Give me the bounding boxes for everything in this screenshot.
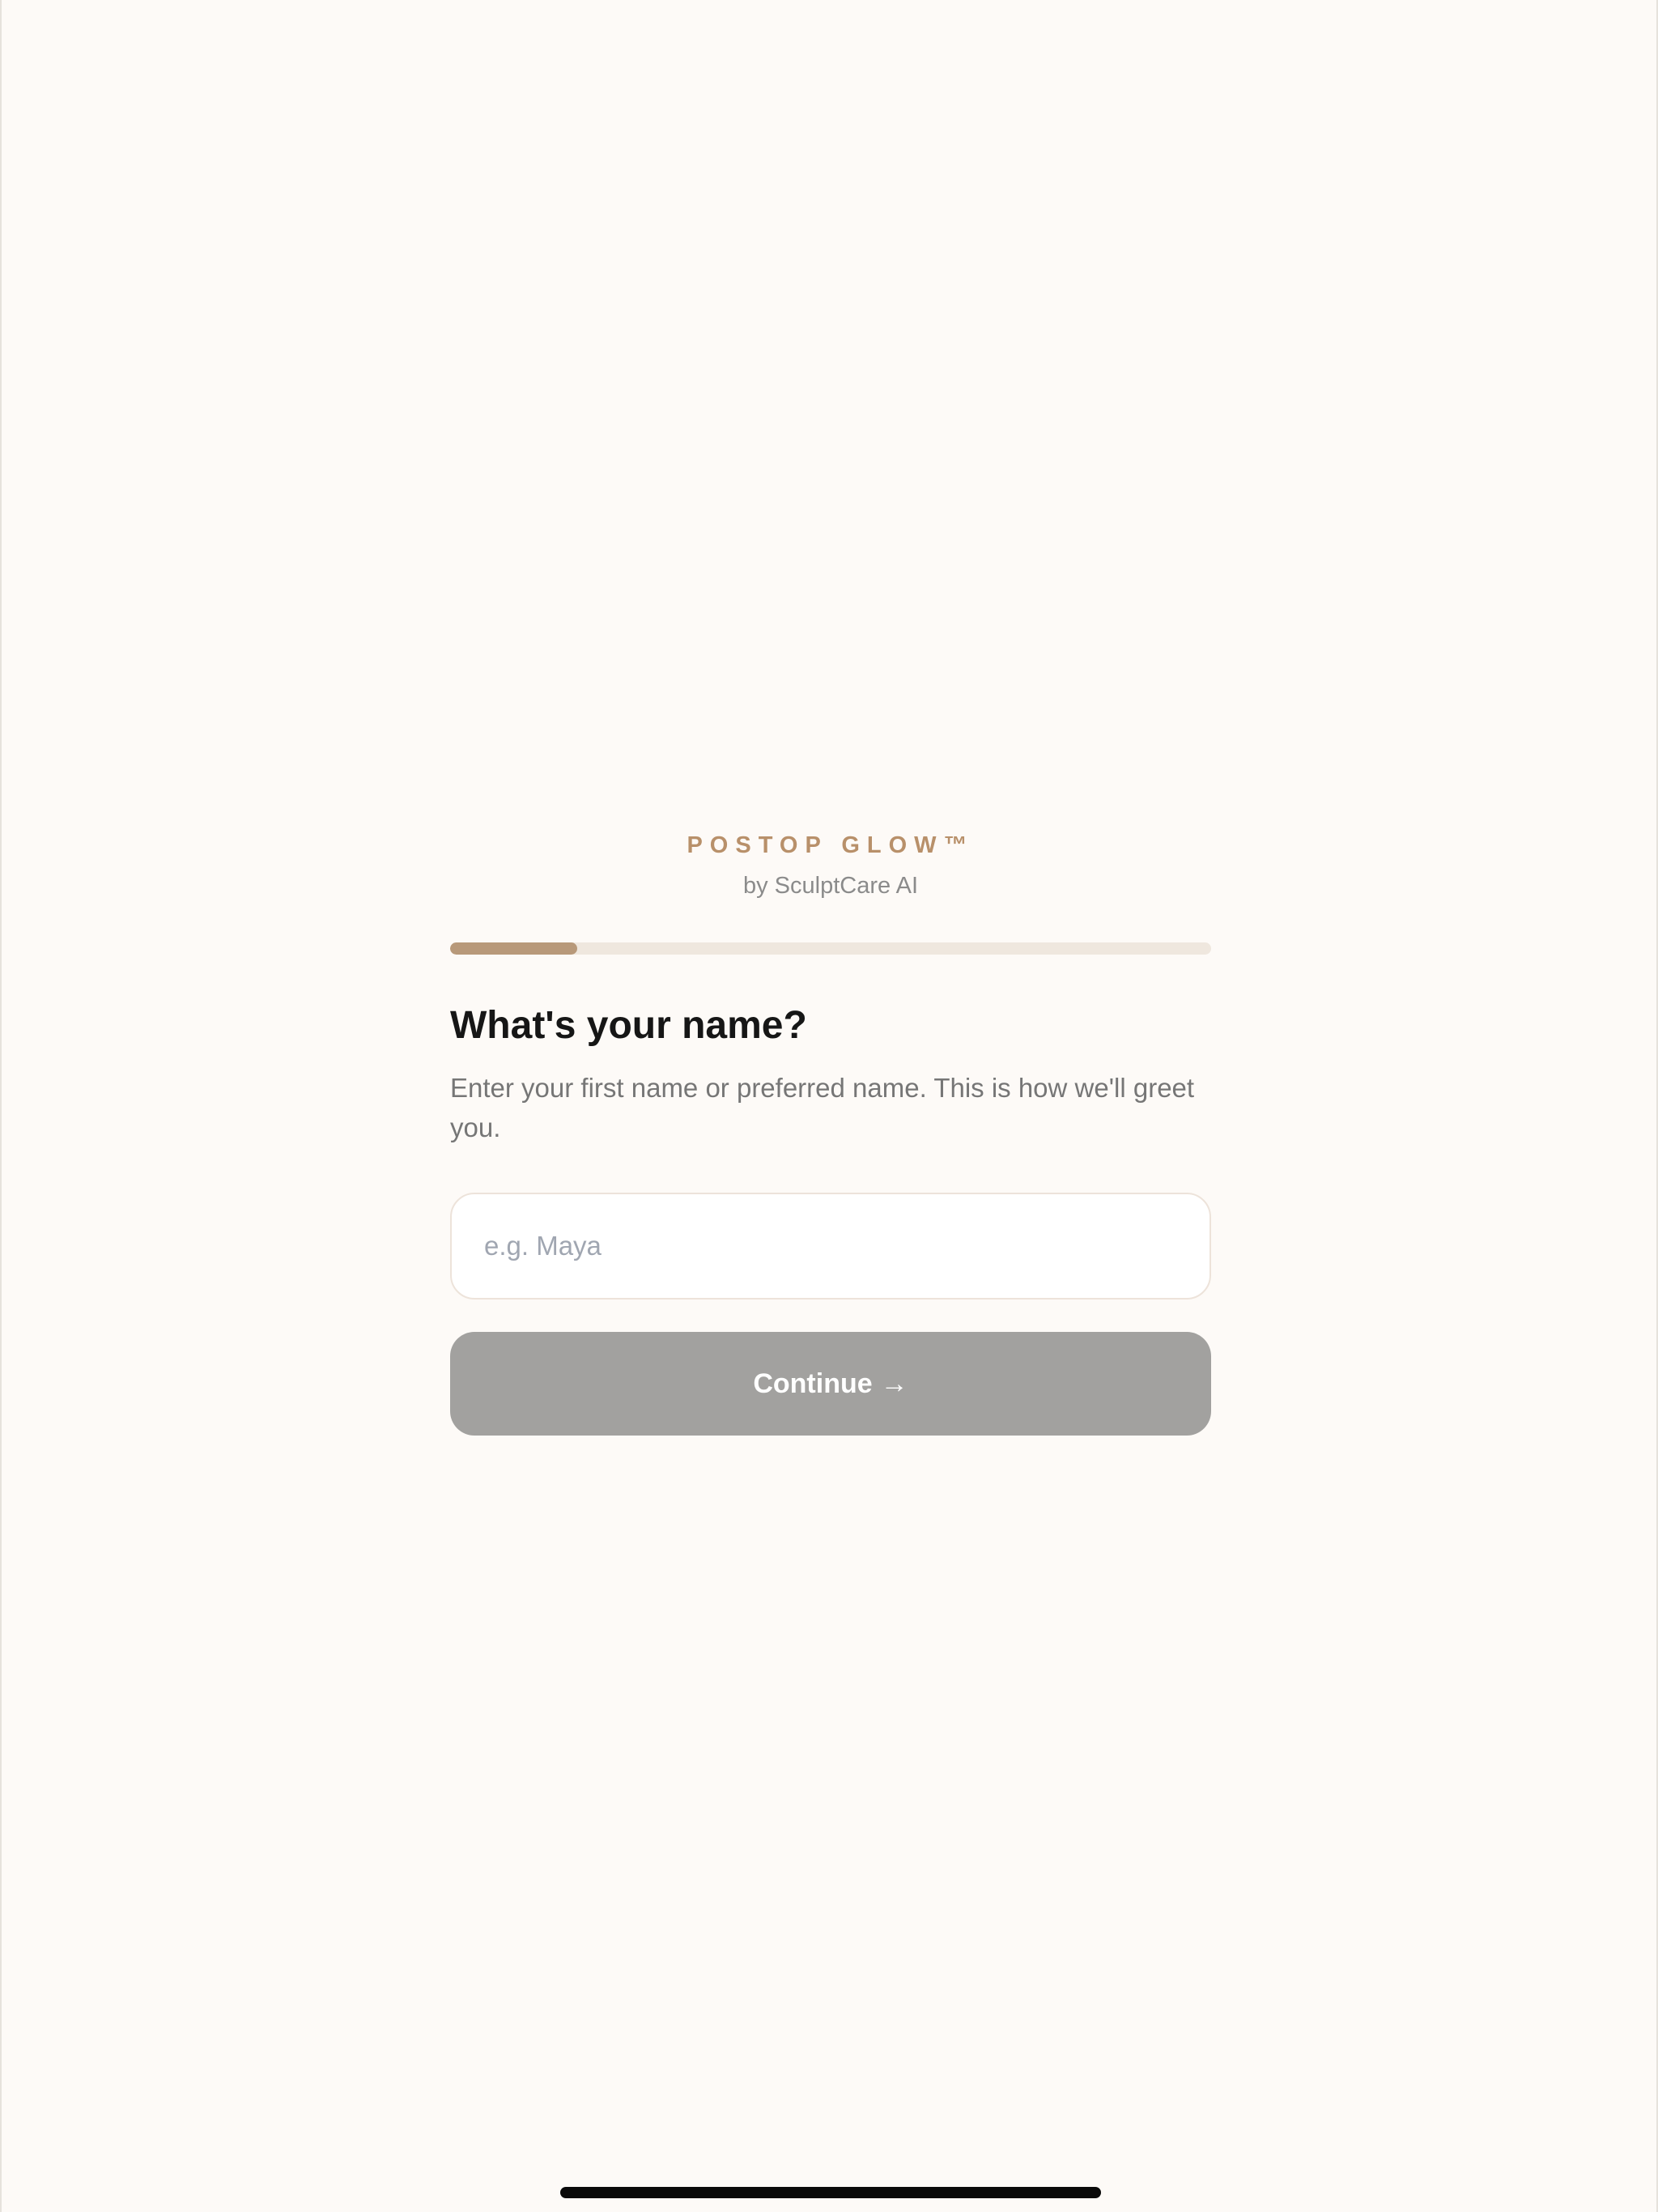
onboarding-progress-bar xyxy=(450,942,1211,955)
continue-button-label: Continue xyxy=(753,1368,873,1399)
question-helper-text: Enter your first name or preferred name.… xyxy=(450,1073,1195,1142)
continue-button[interactable]: Continue → xyxy=(450,1332,1211,1436)
name-input[interactable] xyxy=(450,1193,1211,1300)
brand-byline: by SculptCare AI xyxy=(743,873,918,899)
brand-wordmark: POSTOP GLOW™ xyxy=(687,832,975,858)
onboarding-card: POSTOP GLOW™ by SculptCare AI What's you… xyxy=(450,826,1211,1436)
question-title: What's your name? xyxy=(450,1004,807,1047)
arrow-right-icon: → xyxy=(880,1368,908,1399)
progress-fill xyxy=(450,942,577,955)
home-indicator xyxy=(560,2187,1101,2198)
